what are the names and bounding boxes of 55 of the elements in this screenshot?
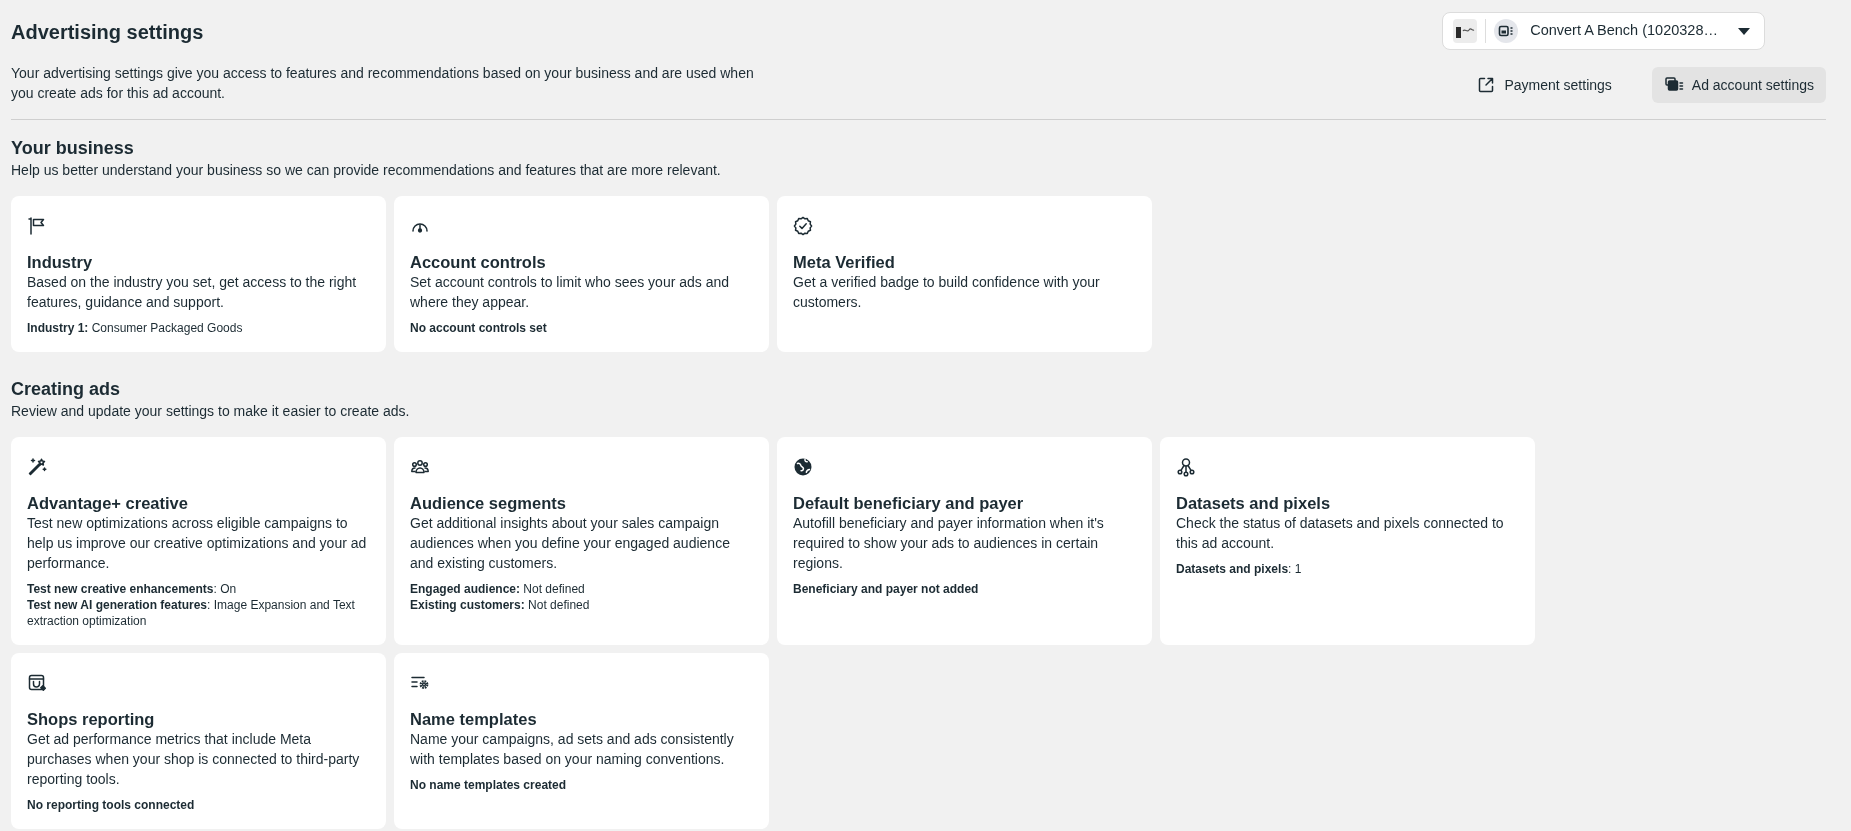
settings-card[interactable] [394,437,769,645]
card-title: Shops reporting [27,709,155,729]
card-description: Autofill beneficiary and payer information when it's required to show your ads to audiences in certain regions. [793,514,1105,573]
card-title: Default beneficiary and payer [793,493,1024,513]
card-description: Get ad performance metrics that include Meta purchases when your shop is connected to third-party reporting tools. [27,730,361,789]
card-setting: Test new creative enhancements: On [27,581,238,597]
magic-wand-icon [27,457,47,477]
page-title: Advertising settings [11,20,205,45]
caret-down-icon [1738,27,1750,35]
card-description: Based on the industry you set, get access to the right features, guidance and support. [27,273,358,312]
settings-card[interactable]: Account controls Set account controls to limit who sees your ads and where they appear. No account controls set [394,196,769,352]
card-description: Name your campaigns, ad sets and ads consistently with templates based on your naming conventions. [410,730,735,769]
card-setting: Engaged audience: Not defined [410,581,586,597]
card-setting: Datasets and pixels: 1 [1176,561,1302,577]
shopping-bag-icon [27,673,47,693]
connected-nodes-icon [1176,457,1196,477]
card-description: Set account controls to limit who sees your ads and where they appear. [410,273,731,312]
card-description: Test new optimizations across eligible campaigns to help us improve our creative optimizations and your ad performance. [27,514,368,573]
card-description: Get additional insights about your sales campaign audiences when you define your engaged audience and existing customers. [410,514,731,573]
settings-card[interactable]: Meta Verified Get a verified badge to build confidence with your customers. [777,196,1152,352]
card-setting: Test new AI generation features: Image Expansion and Text extraction optimization [27,597,356,629]
ad-account-settings-button[interactable]: Ad account settings [1651,67,1826,103]
card-title: Meta Verified [793,252,895,272]
settings-card[interactable]: Shops reporting Get ad performance metrics that include Meta purchases when your shop is connected to third-party reporting tools. No reporting tools connected [11,653,386,829]
card-status: No name templates created [410,777,567,793]
settings-card[interactable]: Datasets and pixels Check the status of datasets and pixels connected to this ad account. Datasets and pixels: 1 [1160,437,1535,645]
card-description: Check the status of datasets and pixels connected to this ad account. [1176,514,1505,553]
card-status: No account controls set [410,320,547,336]
section-heading: Your business [11,137,135,160]
payment-settings-link[interactable]: Payment settings [1464,67,1624,103]
section-heading: Creating ads [11,378,122,401]
flag-icon [27,216,47,236]
card-description: Get a verified badge to build confidence with your customers. [793,273,1101,312]
card-status: Beneficiary and payer not added [793,581,979,597]
settings-card[interactable]: Industry Based on the industry you set, get access to the right features, guidance and support. Industry 1: Consumer Packaged Goods [11,196,386,352]
card-title: Advantage+ creative [27,493,188,513]
logo-placeholder [1453,19,1478,43]
account-selector[interactable]: Convert A Bench (1020328… [1442,12,1765,50]
card-title: Industry [27,252,93,272]
section-subtitle: Help us better understand your business so we can provide recommendations and features that are more relevant. [11,161,722,180]
page-description: Your advertising settings give you access to features and recommendations based on your business and are used when you create ads for this ad account. [11,64,755,103]
settings-card[interactable] [11,437,386,645]
card-title: Account controls [410,252,546,272]
globe-icon [793,457,813,477]
card-title: Name templates [410,709,537,729]
card-setting: Existing customers: Not defined [410,597,590,613]
section-subtitle: Review and update your settings to make it easier to create ads. [11,402,411,421]
card-title: Datasets and pixels [1176,493,1331,513]
card-setting: Industry 1: Consumer Packaged Goods [27,320,243,336]
card-lines-icon [1494,19,1519,43]
settings-card[interactable]: Name templates Name your campaigns, ad sets and ads consistently with templates based on your naming conventions. No name templates created [394,653,769,829]
card-status: No reporting tools connected [27,797,195,813]
card-title: Audience segments [410,493,566,513]
settings-card[interactable]: Default beneficiary and payer Autofill beneficiary and payer information when it's required to show your ads to audiences in certain regions. Beneficiary and payer not added [777,437,1152,645]
verified-badge-icon [793,216,813,236]
